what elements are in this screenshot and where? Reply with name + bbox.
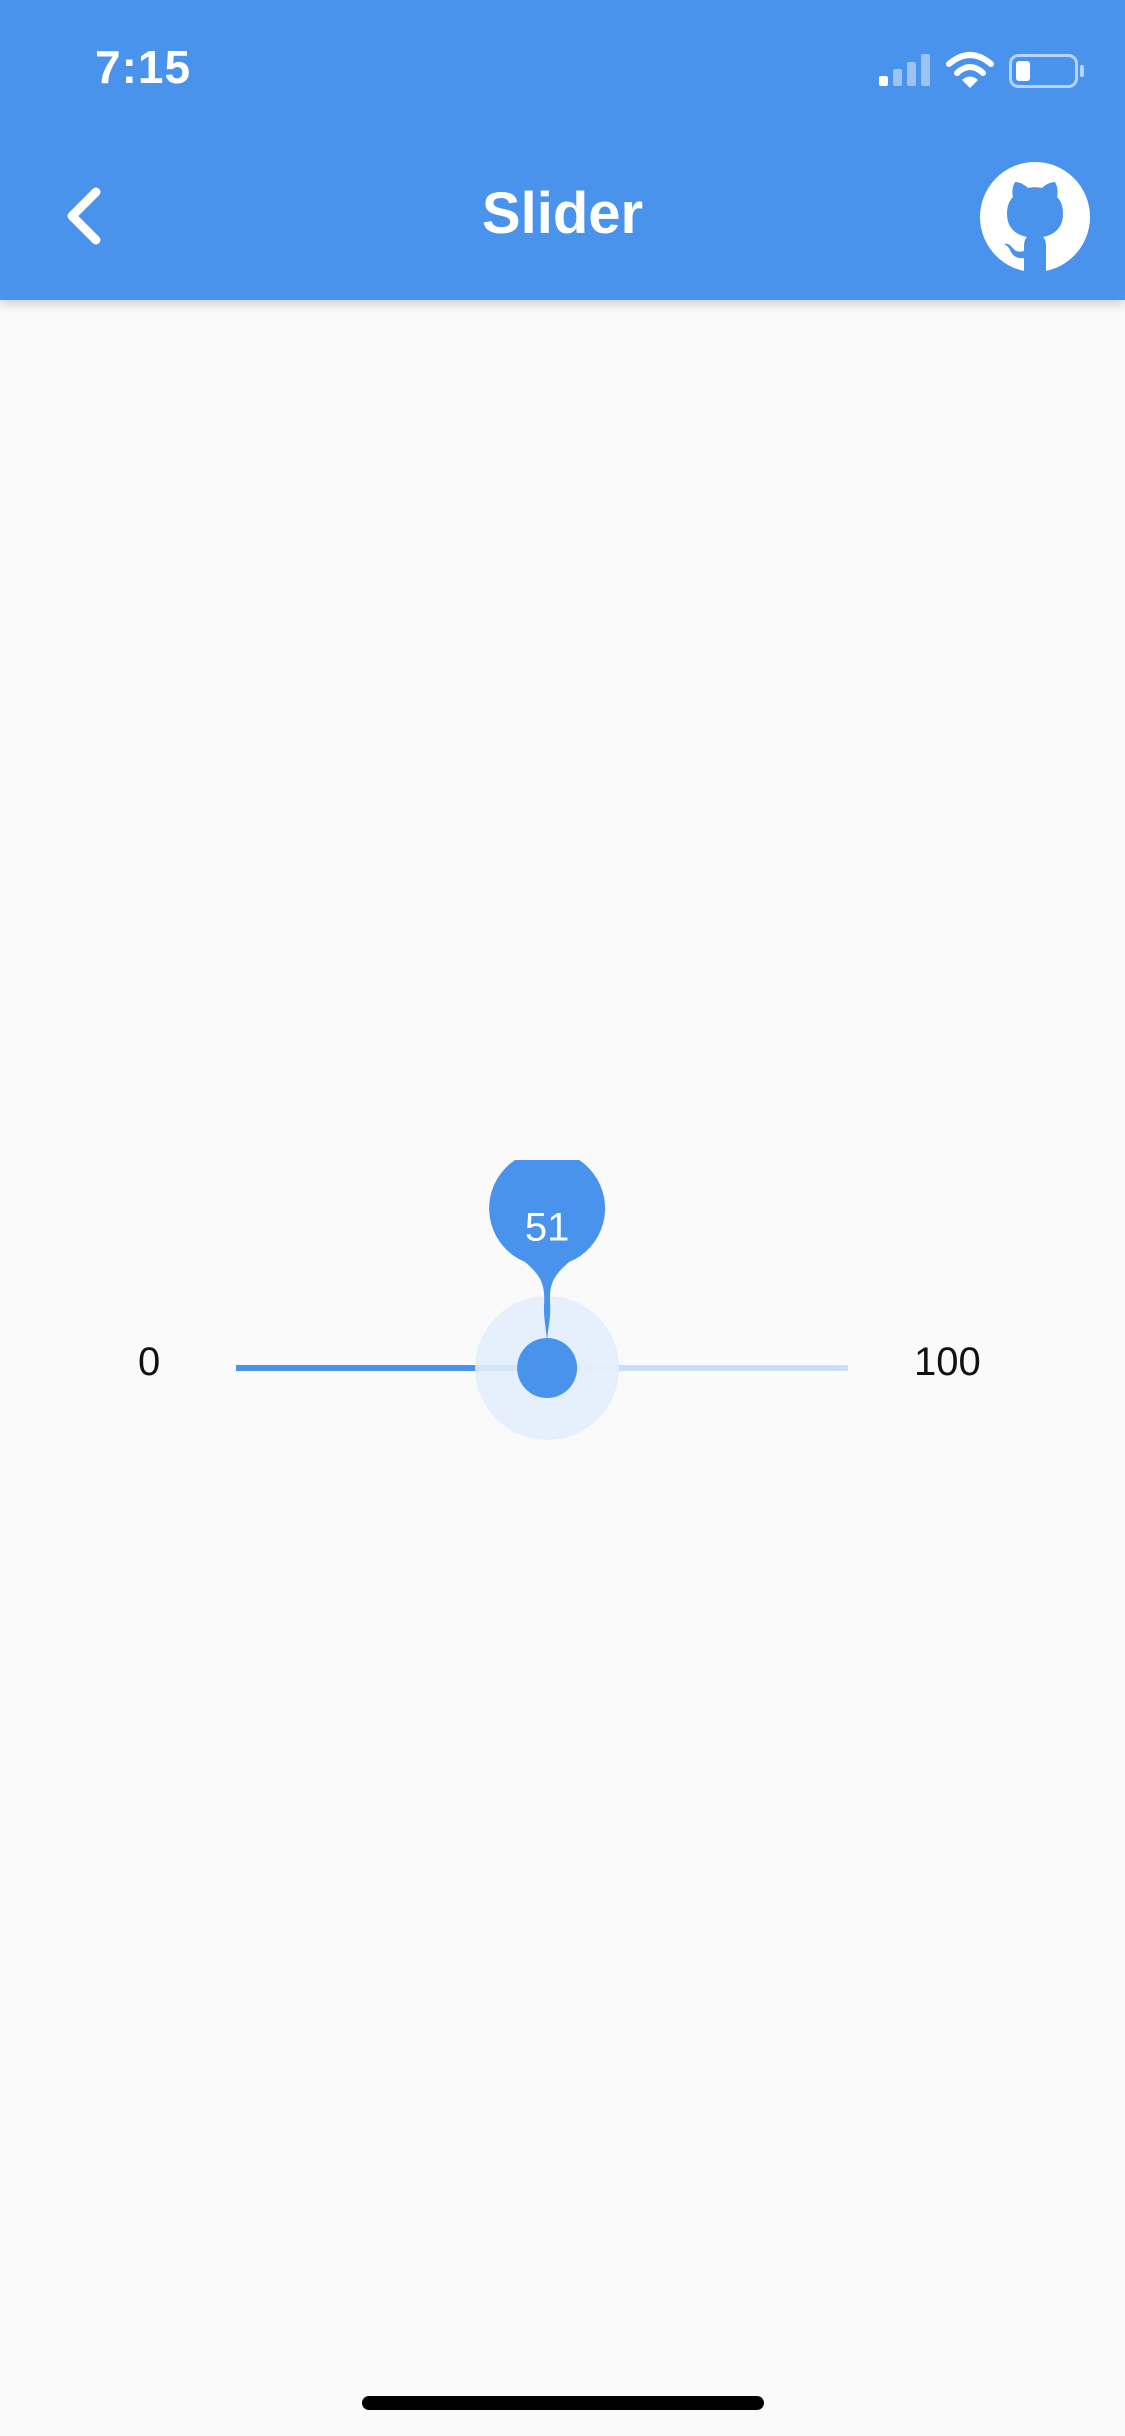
home-indicator bbox=[362, 2396, 764, 2410]
slider-max-label: 100 bbox=[914, 1340, 981, 1384]
status-time: 7:15 bbox=[95, 41, 192, 93]
wifi-icon bbox=[946, 52, 994, 88]
github-icon bbox=[980, 162, 1090, 272]
slider-value-label: 51 bbox=[525, 1206, 570, 1250]
app-bar: 7:15 Slider bbox=[0, 0, 1125, 300]
battery-icon bbox=[1009, 54, 1084, 88]
page-title: Slider bbox=[481, 181, 644, 246]
status-icons bbox=[879, 52, 1084, 88]
slider-thumb[interactable] bbox=[517, 1338, 578, 1398]
slider[interactable]: 51 bbox=[236, 1160, 848, 1460]
github-button[interactable] bbox=[980, 162, 1090, 272]
cellular-signal-icon bbox=[879, 54, 930, 86]
slider-min-label: 0 bbox=[138, 1340, 161, 1384]
